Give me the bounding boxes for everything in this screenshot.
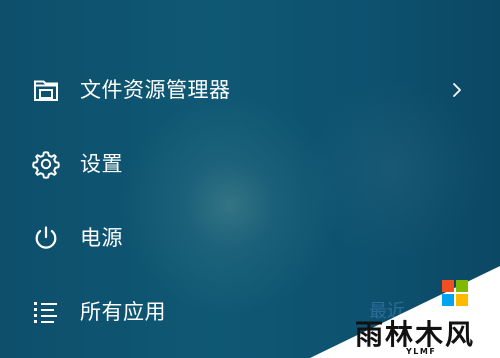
menu-item-label: 设置: [80, 151, 123, 176]
watermark-sub-text: YLMF: [405, 347, 436, 356]
menu-item-label: 电源: [80, 225, 123, 250]
menu-item-file-explorer[interactable]: 文件资源管理器: [30, 68, 475, 112]
logo-red-square-icon: [442, 280, 454, 292]
logo-green-square-icon: [456, 280, 468, 292]
logo-blue-square-icon: [442, 294, 454, 306]
logo-yellow-square-icon: [456, 294, 468, 306]
watermark: 雨林木风 YLMF: [310, 266, 500, 358]
gear-icon: [30, 148, 62, 180]
menu-item-label: 所有应用: [80, 299, 166, 324]
file-explorer-icon: [30, 74, 62, 106]
menu-item-power[interactable]: 电源: [30, 216, 475, 260]
power-icon: [30, 222, 62, 254]
menu-item-label: 文件资源管理器: [80, 77, 231, 102]
menu-item-settings[interactable]: 设置: [30, 142, 475, 186]
chevron-right-icon[interactable]: [447, 78, 467, 102]
all-apps-icon: [30, 296, 62, 328]
